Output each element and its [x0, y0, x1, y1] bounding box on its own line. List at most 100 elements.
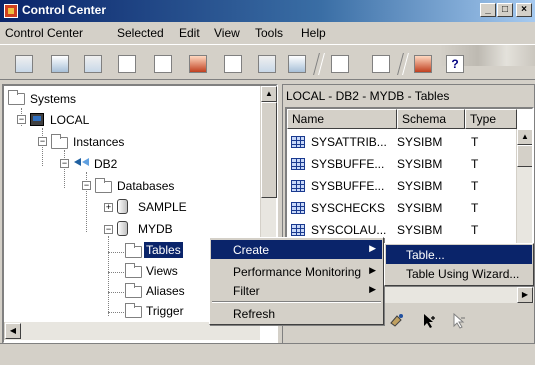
- menu-view[interactable]: View: [214, 26, 240, 40]
- tree-node-triggers[interactable]: Trigger: [146, 304, 184, 318]
- information-center-icon[interactable]: [414, 55, 432, 73]
- cell-schema: SYSIBM: [397, 135, 443, 149]
- status-bar: [0, 343, 535, 365]
- tree-node-mydb[interactable]: MYDB: [138, 222, 173, 236]
- scroll-up-button[interactable]: ▲: [517, 129, 532, 145]
- menu-control-center[interactable]: Control Center: [5, 26, 83, 40]
- cell-type: T: [471, 135, 479, 149]
- journal-icon[interactable]: [224, 55, 242, 73]
- submenu-arrow-icon: ▶: [369, 265, 376, 275]
- submenu-arrow-icon: ▶: [369, 243, 376, 253]
- folder-icon: [125, 263, 142, 278]
- folder-icon: [8, 90, 25, 105]
- license-center-icon[interactable]: [258, 55, 276, 73]
- tree-node-instances[interactable]: Instances: [73, 135, 124, 149]
- collapse-icon[interactable]: −: [38, 137, 47, 146]
- menu-tools[interactable]: Tools: [255, 26, 283, 40]
- development-center-icon[interactable]: [288, 55, 306, 73]
- table-icon: [291, 158, 305, 170]
- tree-line: [64, 150, 65, 188]
- command-editor-icon[interactable]: [118, 55, 136, 73]
- maximize-button[interactable]: □: [497, 3, 513, 17]
- table-row[interactable]: SYSCHECKS SYSIBM T: [287, 199, 515, 219]
- table-icon: [291, 224, 305, 236]
- database-icon: [117, 221, 128, 236]
- close-button[interactable]: ×: [516, 3, 532, 17]
- menu-help[interactable]: Help: [301, 26, 326, 40]
- cell-schema: SYSIBM: [397, 157, 443, 171]
- tree-node-local[interactable]: LOCAL: [50, 113, 89, 127]
- collapse-icon[interactable]: −: [104, 225, 113, 234]
- cell-schema: SYSIBM: [397, 179, 443, 193]
- replication-center-icon[interactable]: [51, 55, 69, 73]
- pointer-remove-icon[interactable]: [451, 313, 467, 329]
- menu-item-filter[interactable]: Filter ▶: [211, 281, 382, 300]
- menu-item-refresh[interactable]: Refresh: [211, 304, 382, 323]
- menu-item-create[interactable]: Create ▶: [211, 240, 382, 259]
- column-header-type[interactable]: Type: [465, 109, 517, 129]
- table-icon: [291, 136, 305, 148]
- cell-name: SYSATTRIB...: [311, 135, 387, 149]
- tree-node-sample[interactable]: SAMPLE: [138, 200, 187, 214]
- cell-schema: SYSIBM: [397, 223, 443, 237]
- cell-type: T: [471, 157, 479, 171]
- scroll-thumb[interactable]: [517, 145, 532, 167]
- list-horizontal-scrollbar[interactable]: ▶: [383, 287, 534, 303]
- table-row[interactable]: SYSBUFFE... SYSIBM T: [287, 177, 515, 197]
- menu-edit[interactable]: Edit: [179, 26, 200, 40]
- tree-node-systems[interactable]: Systems: [30, 92, 76, 106]
- menu-item-performance-monitoring[interactable]: Performance Monitoring ▶: [211, 262, 382, 281]
- tree-node-db2[interactable]: DB2: [94, 157, 117, 171]
- cell-name: SYSCHECKS: [311, 201, 386, 215]
- toolbar-separator: [313, 53, 325, 75]
- menu-bar: Control Center Selected Edit View Tools …: [0, 22, 535, 66]
- menu-separator: [212, 301, 381, 303]
- contacts-icon[interactable]: [331, 55, 349, 73]
- task-center-icon[interactable]: [154, 55, 172, 73]
- pointer-add-icon[interactable]: [421, 313, 437, 329]
- tools-settings-icon[interactable]: [372, 55, 390, 73]
- folder-icon: [51, 134, 68, 149]
- column-header-name[interactable]: Name: [287, 109, 397, 129]
- tree-node-databases[interactable]: Databases: [117, 179, 174, 193]
- folder-icon: [125, 243, 142, 258]
- table-row[interactable]: SYSBUFFE... SYSIBM T: [287, 155, 515, 175]
- table-row[interactable]: SYSATTRIB... SYSIBM T: [287, 133, 515, 153]
- table-icon: [291, 202, 305, 214]
- systems-view-icon[interactable]: [15, 55, 33, 73]
- tree-line: [42, 128, 43, 166]
- folder-icon: [95, 178, 112, 193]
- scroll-thumb[interactable]: [261, 102, 277, 198]
- toolbar: ?: [0, 44, 535, 80]
- expand-icon[interactable]: +: [104, 203, 113, 212]
- scroll-right-button[interactable]: ▶: [517, 287, 533, 303]
- satellite-admin-icon[interactable]: [84, 55, 102, 73]
- tree-node-tables[interactable]: Tables: [144, 242, 183, 258]
- filter-icon[interactable]: [389, 313, 405, 327]
- help-icon[interactable]: ?: [446, 55, 464, 73]
- context-menu: Create ▶ Performance Monitoring ▶ Filter…: [209, 237, 384, 325]
- minimize-button[interactable]: _: [480, 3, 496, 17]
- menu-selected[interactable]: Selected: [117, 26, 164, 40]
- window-title: Control Center: [22, 3, 106, 17]
- toolbar-separator-2: [397, 53, 409, 75]
- scroll-left-button[interactable]: ◀: [5, 323, 21, 339]
- scroll-up-button[interactable]: ▲: [261, 86, 277, 102]
- collapse-icon[interactable]: −: [17, 115, 26, 124]
- collapse-icon[interactable]: −: [60, 159, 69, 168]
- cell-type: T: [471, 201, 479, 215]
- cell-type: T: [471, 179, 479, 193]
- menu-item-table-using-wizard[interactable]: Table Using Wizard...: [386, 264, 532, 283]
- collapse-icon[interactable]: −: [82, 181, 91, 190]
- tree-line: [108, 272, 124, 273]
- table-icon: [291, 180, 305, 192]
- column-header-schema[interactable]: Schema: [397, 109, 465, 129]
- health-center-icon[interactable]: [189, 55, 207, 73]
- cell-name: SYSCOLAU...: [311, 223, 387, 237]
- computer-icon: [30, 113, 44, 126]
- tree-line: [108, 312, 124, 313]
- menu-item-table[interactable]: Table...: [386, 245, 532, 264]
- tree-node-views[interactable]: Views: [146, 264, 178, 278]
- tree-node-aliases[interactable]: Aliases: [146, 284, 185, 298]
- folder-icon: [125, 303, 142, 318]
